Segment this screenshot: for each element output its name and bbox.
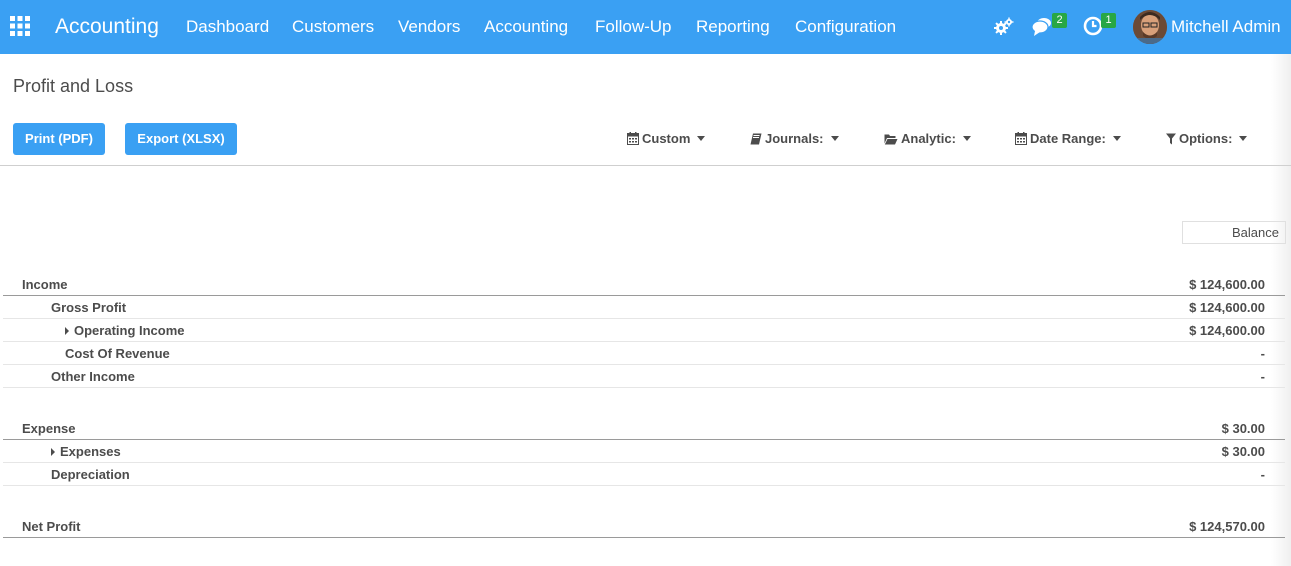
menu-item-customers[interactable]: Customers <box>292 17 374 37</box>
row-balance: - <box>1260 467 1265 482</box>
activities-badge: 1 <box>1101 13 1116 28</box>
caret-down-icon <box>962 136 971 141</box>
custom-filter-label: Custom <box>642 131 691 146</box>
user-menu-name[interactable]: Mitchell Admin <box>1171 17 1281 37</box>
app-brand[interactable]: Accounting <box>55 14 159 40</box>
caret-down-icon <box>697 136 706 141</box>
row-label: Expenses <box>60 444 121 459</box>
row-label: Net Profit <box>22 519 81 534</box>
analytic-filter-dropdown[interactable]: Analytic: <box>884 131 971 147</box>
caret-down-icon <box>1239 136 1248 141</box>
messages-badge: 2 <box>1052 13 1067 28</box>
print-pdf-button[interactable]: Print (PDF) <box>13 123 105 155</box>
report-row-income[interactable]: Income $ 124,600.00 <box>3 273 1285 296</box>
row-label: Other Income <box>51 369 135 384</box>
options-filter-label: Options: <box>1179 131 1233 146</box>
report-row-other-income[interactable]: Other Income - <box>3 365 1285 388</box>
chat-bubbles-icon[interactable] <box>1031 15 1053 37</box>
caret-right-icon[interactable] <box>51 448 55 456</box>
menu-item-vendors[interactable]: Vendors <box>398 17 460 37</box>
report-row-operating-income[interactable]: Operating Income $ 124,600.00 <box>3 319 1285 342</box>
menu-item-dashboard[interactable]: Dashboard <box>186 17 269 37</box>
folder-open-icon <box>884 134 898 145</box>
report-row-net-profit[interactable]: Net Profit $ 124,570.00 <box>3 515 1285 538</box>
row-balance: $ 30.00 <box>1221 444 1265 459</box>
date-range-filter-dropdown[interactable]: Date Range: <box>1015 131 1121 147</box>
caret-down-icon <box>830 136 839 141</box>
menu-item-accounting[interactable]: Accounting <box>484 17 568 37</box>
journals-filter-dropdown[interactable]: Journals: <box>750 131 839 147</box>
export-xlsx-button[interactable]: Export (XLSX) <box>125 123 237 155</box>
top-navbar: Accounting Dashboard Customers Vendors A… <box>0 0 1291 54</box>
custom-filter-dropdown[interactable]: Custom <box>627 131 706 147</box>
row-balance: $ 124,570.00 <box>1189 519 1265 534</box>
page-title: Profit and Loss <box>13 76 134 96</box>
menu-item-configuration[interactable]: Configuration <box>795 17 896 37</box>
row-balance: - <box>1260 346 1265 361</box>
row-label: Expense <box>22 421 76 436</box>
calendar-icon <box>627 132 639 145</box>
row-label: Depreciation <box>51 467 130 482</box>
report-row-expense[interactable]: Expense $ 30.00 <box>3 417 1285 440</box>
report-row-depreciation[interactable]: Depreciation - <box>3 463 1285 486</box>
options-filter-dropdown[interactable]: Options: <box>1166 131 1248 147</box>
row-balance: - <box>1260 369 1265 384</box>
menu-item-follow-up[interactable]: Follow-Up <box>595 17 672 37</box>
journals-filter-label: Journals: <box>765 131 824 146</box>
row-balance: $ 124,600.00 <box>1189 277 1265 292</box>
row-label: Income <box>22 277 68 292</box>
row-balance: $ 124,600.00 <box>1189 323 1265 338</box>
report-row-gross-profit[interactable]: Gross Profit $ 124,600.00 <box>3 296 1285 319</box>
menu-item-reporting[interactable]: Reporting <box>696 17 770 37</box>
debug-gears-icon[interactable] <box>993 15 1015 37</box>
calendar-icon <box>1015 132 1027 145</box>
row-balance: $ 30.00 <box>1221 421 1265 436</box>
balance-column-header: Balance <box>1182 221 1286 244</box>
report-row-cost-of-revenue[interactable]: Cost Of Revenue - <box>3 342 1285 365</box>
row-label: Gross Profit <box>51 300 127 315</box>
book-icon <box>750 133 762 145</box>
date-range-filter-label: Date Range: <box>1030 131 1106 146</box>
report-row-expenses[interactable]: Expenses $ 30.00 <box>3 440 1285 463</box>
analytic-filter-label: Analytic: <box>901 131 956 146</box>
row-label: Cost Of Revenue <box>65 346 170 361</box>
row-label: Operating Income <box>74 323 185 338</box>
caret-right-icon[interactable] <box>65 327 69 335</box>
filter-funnel-icon <box>1166 133 1176 145</box>
caret-down-icon <box>1112 136 1121 141</box>
row-balance: $ 124,600.00 <box>1189 300 1265 315</box>
control-panel-divider <box>0 165 1291 166</box>
user-avatar[interactable] <box>1133 10 1167 44</box>
apps-grid-icon[interactable] <box>10 16 30 36</box>
